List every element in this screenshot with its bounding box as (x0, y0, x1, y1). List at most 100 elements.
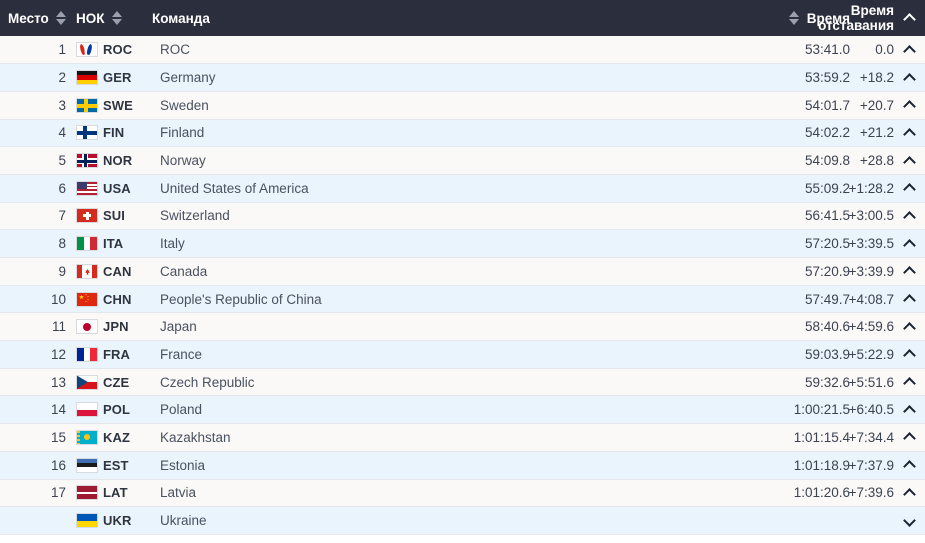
noc-code: LAT (103, 485, 128, 501)
column-header-gap-label: Время отставания (818, 3, 894, 33)
cell-rank: 9 (58, 263, 66, 279)
cell-rank: 14 (50, 402, 66, 418)
table-row[interactable]: 3 SWE Sweden 54:01.7 +20.7 (0, 91, 925, 120)
noc-code: USA (103, 180, 131, 196)
chevron-up-icon[interactable] (903, 375, 917, 389)
cell-rank (0, 507, 76, 535)
cell-rank: 4 (58, 125, 66, 141)
cell-team: Ukraine (160, 513, 207, 529)
gap-value: +28.8 (859, 153, 894, 169)
table-row[interactable]: 16 EST Estonia 1:01:18.9 +7:37.9 (0, 451, 925, 479)
column-header-rank-label: Место (8, 10, 49, 26)
flag-icon-cze (76, 374, 98, 390)
column-header-rank[interactable]: Место (0, 0, 76, 36)
noc-code: FRA (103, 346, 131, 362)
table-row[interactable]: 12 FRA France 59:03.9 +5:22.9 (0, 340, 925, 369)
chevron-up-icon[interactable] (903, 264, 917, 278)
gap-value: +21.2 (859, 125, 894, 141)
cell-gap: +5:22.9 (848, 341, 925, 369)
flag-icon-ger (76, 70, 98, 86)
flag-icon-can (76, 263, 98, 279)
table-row[interactable]: 9 CAN Canada 57:20.9 +3:39.9 (0, 257, 925, 286)
table-row[interactable]: 10 CHN People's Republic of China 57:49.7 +4… (0, 285, 925, 313)
table-row[interactable]: 2 GER Germany 53:59.2 +18.2 (0, 63, 925, 92)
cell-gap: 0.0 (852, 36, 925, 64)
gap-value: +5:22.9 (848, 346, 894, 362)
table-row[interactable]: 1 ROC ROC 53:41.0 0.0 (0, 36, 925, 64)
cell-time: 55:09.2 (804, 180, 850, 196)
cell-noc: ITA (76, 230, 152, 258)
cell-rank: 6 (58, 180, 66, 196)
chevron-up-icon[interactable] (903, 43, 917, 57)
table-row[interactable]: 5 NOR Norway 54:09.8 +28.8 (0, 146, 925, 175)
gap-value: +4:08.7 (848, 291, 894, 307)
cell-gap: +1:28.2 (849, 174, 925, 202)
cell-gap: +6:40.5 (848, 396, 925, 424)
cell-time: 54:09.8 (804, 153, 850, 169)
table-row[interactable]: 14 POL Poland 1:00:21.5 +6:40.5 (0, 395, 925, 424)
table-row[interactable]: 15 KAZ Kazakhstan 1:01:15.4 +7:34.4 (0, 423, 925, 452)
cell-gap: +3:00.5 (849, 202, 925, 230)
chevron-up-icon[interactable] (903, 347, 917, 361)
flag-icon-jpn (76, 319, 98, 335)
chevron-up-icon[interactable] (903, 430, 917, 444)
chevron-up-icon[interactable] (903, 237, 917, 251)
chevron-up-icon[interactable] (903, 486, 917, 500)
cell-gap: +3:39.5 (849, 230, 925, 258)
chevron-up-icon[interactable] (903, 126, 917, 140)
table-row[interactable]: 6 USA United States of America 55:09.2 +1:28… (0, 174, 925, 203)
chevron-up-icon[interactable] (903, 292, 917, 306)
cell-gap: +28.8 (852, 147, 925, 175)
sort-updown-icon[interactable] (788, 10, 801, 26)
gap-value: +7:37.9 (848, 457, 894, 473)
sort-updown-icon[interactable] (111, 10, 124, 26)
cell-time: 1:01:15.4 (793, 429, 850, 445)
noc-code: ROC (103, 42, 133, 58)
chevron-up-icon[interactable] (903, 403, 917, 417)
table-row[interactable]: 13 CZE Czech Republic 59:32.6 +5:51.6 (0, 368, 925, 396)
chevron-up-icon[interactable] (903, 209, 917, 223)
cell-team: Finland (160, 125, 205, 141)
flag-icon-nor (76, 153, 98, 169)
chevron-up-icon[interactable] (903, 11, 917, 25)
column-header-gap[interactable]: Время отставания (818, 0, 925, 36)
cell-noc: KAZ (76, 424, 152, 452)
chevron-up-icon[interactable] (903, 71, 917, 85)
cell-team: Italy (160, 236, 185, 252)
cell-time: 1:01:20.6 (793, 485, 850, 501)
gap-value: +6:40.5 (848, 402, 894, 418)
flag-icon-est (76, 457, 98, 473)
chevron-up-icon[interactable] (903, 458, 917, 472)
cell-team: Kazakhstan (160, 429, 231, 445)
noc-code: FIN (103, 125, 125, 141)
cell-team: Latvia (160, 485, 197, 501)
column-header-team-label: Команда (152, 10, 210, 26)
gap-value: +5:51.6 (848, 374, 894, 390)
cell-gap: +7:37.9 (848, 451, 925, 479)
cell-noc: POL (76, 396, 152, 424)
cell-team: Poland (160, 402, 203, 418)
table-row[interactable]: UKR Ukraine (0, 506, 925, 535)
table-row[interactable]: 4 FIN Finland 54:02.2 +21.2 (0, 119, 925, 147)
chevron-up-icon[interactable] (903, 181, 917, 195)
chevron-up-icon[interactable] (903, 320, 917, 334)
column-header-noc[interactable]: НОК (76, 0, 152, 36)
table-row[interactable]: 11 JPN Japan 58:40.6 +4:59.6 (0, 312, 925, 341)
cell-team: Germany (160, 70, 216, 86)
sort-updown-icon[interactable] (55, 10, 68, 26)
table-row[interactable]: 8 ITA Italy 57:20.5 +3:39.5 (0, 229, 925, 258)
flag-icon-ukr (76, 513, 98, 529)
table-row[interactable]: 7 SUI Switzerland 56:41.5 +3:00.5 (0, 202, 925, 230)
table-row[interactable]: 17 LAT Latvia 1:01:20.6 +7:39.6 (0, 479, 925, 507)
chevron-up-icon[interactable] (903, 98, 917, 112)
cell-gap: +5:51.6 (848, 368, 925, 396)
flag-icon-lat (76, 485, 98, 501)
cell-noc: CZE (76, 368, 152, 396)
noc-code: CZE (103, 374, 130, 390)
chevron-up-icon[interactable] (903, 154, 917, 168)
column-header-team[interactable]: Команда (152, 0, 760, 36)
flag-icon-sui (76, 208, 98, 224)
chevron-down-icon[interactable] (903, 514, 917, 528)
gap-value: +4:59.6 (848, 319, 894, 335)
cell-team: ROC (160, 42, 190, 58)
